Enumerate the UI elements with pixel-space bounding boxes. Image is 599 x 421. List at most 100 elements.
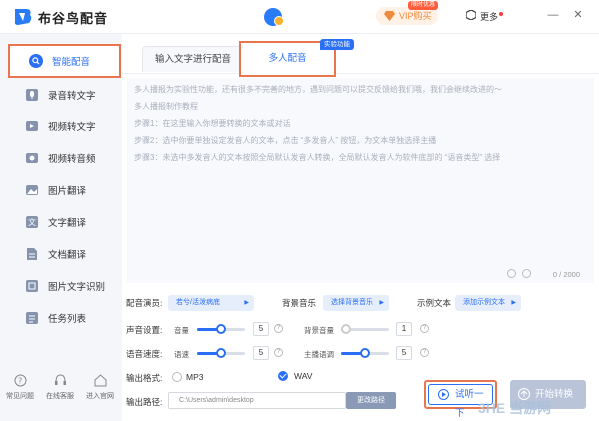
main-panel: 输入文字进行配音 多人配音 实验功能 多人播报为实验性功能，还有很多不完善的地方… bbox=[122, 34, 599, 421]
diamond-icon bbox=[384, 11, 395, 21]
help-circle-icon: ? bbox=[14, 374, 26, 387]
sound-settings-label: 声音设置: bbox=[126, 325, 163, 335]
tab-input-text[interactable]: 输入文字进行配音 bbox=[142, 46, 244, 72]
vip-label: VIP购买 bbox=[399, 11, 432, 21]
sidebar-item-text-translate[interactable]: 文 文字翻译 bbox=[10, 210, 116, 234]
doc-icon bbox=[25, 247, 39, 261]
translate-icon: 文 bbox=[25, 215, 39, 229]
rate-help-icon[interactable]: ? bbox=[274, 348, 283, 357]
faq-label: 常见问题 bbox=[6, 393, 34, 400]
rate-input[interactable]: 5 bbox=[253, 346, 269, 360]
app-logo-icon bbox=[14, 9, 32, 25]
avatar-badge-icon bbox=[274, 16, 284, 26]
rate-knob[interactable] bbox=[216, 348, 226, 358]
sidebar-item-label: 视频转音频 bbox=[48, 154, 96, 165]
sample-text-label: 示例文本 bbox=[417, 298, 452, 308]
sidebar-item-task-list[interactable]: 任务列表 bbox=[10, 306, 116, 330]
volume-slider[interactable] bbox=[197, 324, 245, 334]
format-wav-label[interactable]: WAV bbox=[294, 371, 312, 381]
play-icon bbox=[438, 389, 449, 400]
change-path-button[interactable]: 更改路径 bbox=[346, 392, 396, 409]
app-title: 布谷鸟配音 bbox=[38, 11, 109, 26]
sidebar-item-label: 图片翻译 bbox=[48, 186, 87, 197]
bgm-select-button[interactable]: 选择背景音乐 ▶ bbox=[323, 295, 389, 311]
rate-slider[interactable] bbox=[197, 348, 245, 358]
sidebar-footer: ? 常见问题 在线客服 进入官网 bbox=[0, 374, 122, 414]
volume-help-icon[interactable]: ? bbox=[274, 324, 283, 333]
voice-select-button[interactable]: 若兮/活泼病底 ▶ bbox=[168, 295, 254, 311]
watermark: 3HE 当游网 bbox=[478, 400, 552, 416]
svg-text:文: 文 bbox=[28, 217, 36, 227]
editor-line: 步骤3：未选中多发音人的文本按照全局默认发音人转换，全局默认发音人为软件底部的 … bbox=[134, 153, 501, 162]
bg-volume-help-icon[interactable]: ? bbox=[420, 324, 429, 333]
format-mp3-radio[interactable] bbox=[172, 372, 182, 382]
svg-text:?: ? bbox=[18, 377, 22, 386]
online-service-button[interactable]: 在线客服 bbox=[40, 374, 80, 401]
editor-line: 多人播报为实验性功能，还有很多不完善的地方，遇到问题可以提交反馈给我们哦，我们会… bbox=[134, 85, 502, 94]
pitch-input[interactable]: 5 bbox=[396, 346, 412, 360]
minimize-icon[interactable]: — bbox=[546, 8, 560, 22]
mic-icon bbox=[25, 88, 39, 102]
title-bar: 布谷鸟配音 VIP购买 限时优惠 更多 — ✕ bbox=[0, 0, 599, 34]
headset-icon bbox=[54, 374, 66, 385]
chevron-right-icon: ▶ bbox=[244, 300, 249, 306]
sidebar-item-label: 视频转文字 bbox=[48, 122, 96, 133]
video-icon bbox=[25, 119, 39, 133]
volume-knob[interactable] bbox=[216, 324, 226, 334]
bg-volume-label: 背景音量 bbox=[304, 326, 334, 335]
editor-line: 步骤2：选中你要单独设定发音人的文本，点击 “多发音人” 按钮，为文本单独选择主… bbox=[134, 136, 437, 145]
sidebar-item-image-translate[interactable]: 图片翻译 bbox=[10, 178, 116, 202]
pitch-label: 主播语调 bbox=[304, 350, 334, 359]
format-wav-radio[interactable] bbox=[278, 371, 288, 381]
sidebar-item-label: 任务列表 bbox=[48, 314, 87, 325]
website-button[interactable]: 进入官网 bbox=[80, 374, 120, 401]
path-label: 输出路径: bbox=[126, 397, 163, 407]
sidebar-item-label: 文字翻译 bbox=[48, 218, 87, 229]
experimental-badge: 实验功能 bbox=[320, 39, 354, 50]
more-cube-icon[interactable] bbox=[466, 10, 476, 20]
sidebar-item-label: 智能配音 bbox=[52, 57, 91, 68]
volume-input[interactable]: 5 bbox=[253, 322, 269, 336]
undo-icon[interactable] bbox=[507, 269, 516, 278]
website-label: 进入官网 bbox=[86, 393, 114, 400]
bgm-value: 选择背景音乐 bbox=[331, 299, 373, 306]
bg-volume-slider[interactable] bbox=[340, 324, 389, 334]
close-icon[interactable]: ✕ bbox=[571, 8, 585, 22]
pitch-slider[interactable] bbox=[341, 348, 389, 358]
bgm-label: 背景音乐 bbox=[282, 298, 317, 308]
online-service-label: 在线客服 bbox=[46, 393, 74, 400]
sidebar-item-audio-to-text[interactable]: 录音转文字 bbox=[10, 83, 116, 107]
volume-label: 音量 bbox=[174, 326, 189, 335]
sidebar-item-video-to-text[interactable]: 视频转文字 bbox=[10, 114, 116, 138]
sidebar-item-video-to-audio[interactable]: 视频转音频 bbox=[10, 146, 116, 170]
sample-value: 添加示例文本 bbox=[463, 299, 505, 306]
faq-button[interactable]: ? 常见问题 bbox=[0, 374, 40, 401]
list-icon bbox=[25, 311, 39, 325]
more-label[interactable]: 更多 bbox=[480, 10, 498, 23]
pitch-help-icon[interactable]: ? bbox=[420, 348, 429, 357]
text-editor[interactable]: 多人播报为实验性功能，还有很多不完善的地方，遇到问题可以提交反馈给我们哦，我们会… bbox=[127, 78, 594, 283]
redo-icon[interactable] bbox=[522, 269, 531, 278]
home-icon bbox=[94, 374, 106, 387]
sidebar-item-ocr[interactable]: 图片文字识别 bbox=[10, 274, 116, 298]
ocr-icon bbox=[25, 279, 39, 293]
bg-volume-input[interactable]: 1 bbox=[396, 322, 412, 336]
pitch-knob[interactable] bbox=[360, 348, 370, 358]
output-path-field[interactable]: C:\Users\admin\desktop bbox=[168, 392, 346, 409]
sample-text-button[interactable]: 添加示例文本 ▶ bbox=[455, 295, 521, 311]
voice-value: 若兮/活泼病底 bbox=[176, 299, 220, 306]
voice-label: 配音演员: bbox=[126, 298, 163, 308]
sidebar-item-doc-translate[interactable]: 文档翻译 bbox=[10, 242, 116, 266]
sidebar-item-label: 图片文字识别 bbox=[48, 282, 106, 293]
char-counter: 0 / 2000 bbox=[552, 270, 580, 279]
editor-line: 多人播报制作教程 bbox=[134, 102, 198, 111]
sidebar: 智能配音 录音转文字 视频转文字 视频转音频 图片翻译 文 文字翻译 文档翻译 … bbox=[0, 34, 122, 421]
bg-volume-knob[interactable] bbox=[340, 324, 351, 334]
sidebar-item-ai-dub[interactable]: 智能配音 bbox=[8, 44, 121, 78]
editor-line: 步骤1：在这里输入你想要转换的文本或对话 bbox=[134, 119, 291, 128]
format-label: 输出格式: bbox=[126, 373, 163, 383]
tab-bar: 输入文字进行配音 多人配音 实验功能 bbox=[122, 34, 599, 77]
ai-dub-icon bbox=[29, 54, 43, 68]
format-mp3-label[interactable]: MP3 bbox=[186, 372, 203, 382]
sidebar-item-label: 录音转文字 bbox=[48, 91, 96, 102]
